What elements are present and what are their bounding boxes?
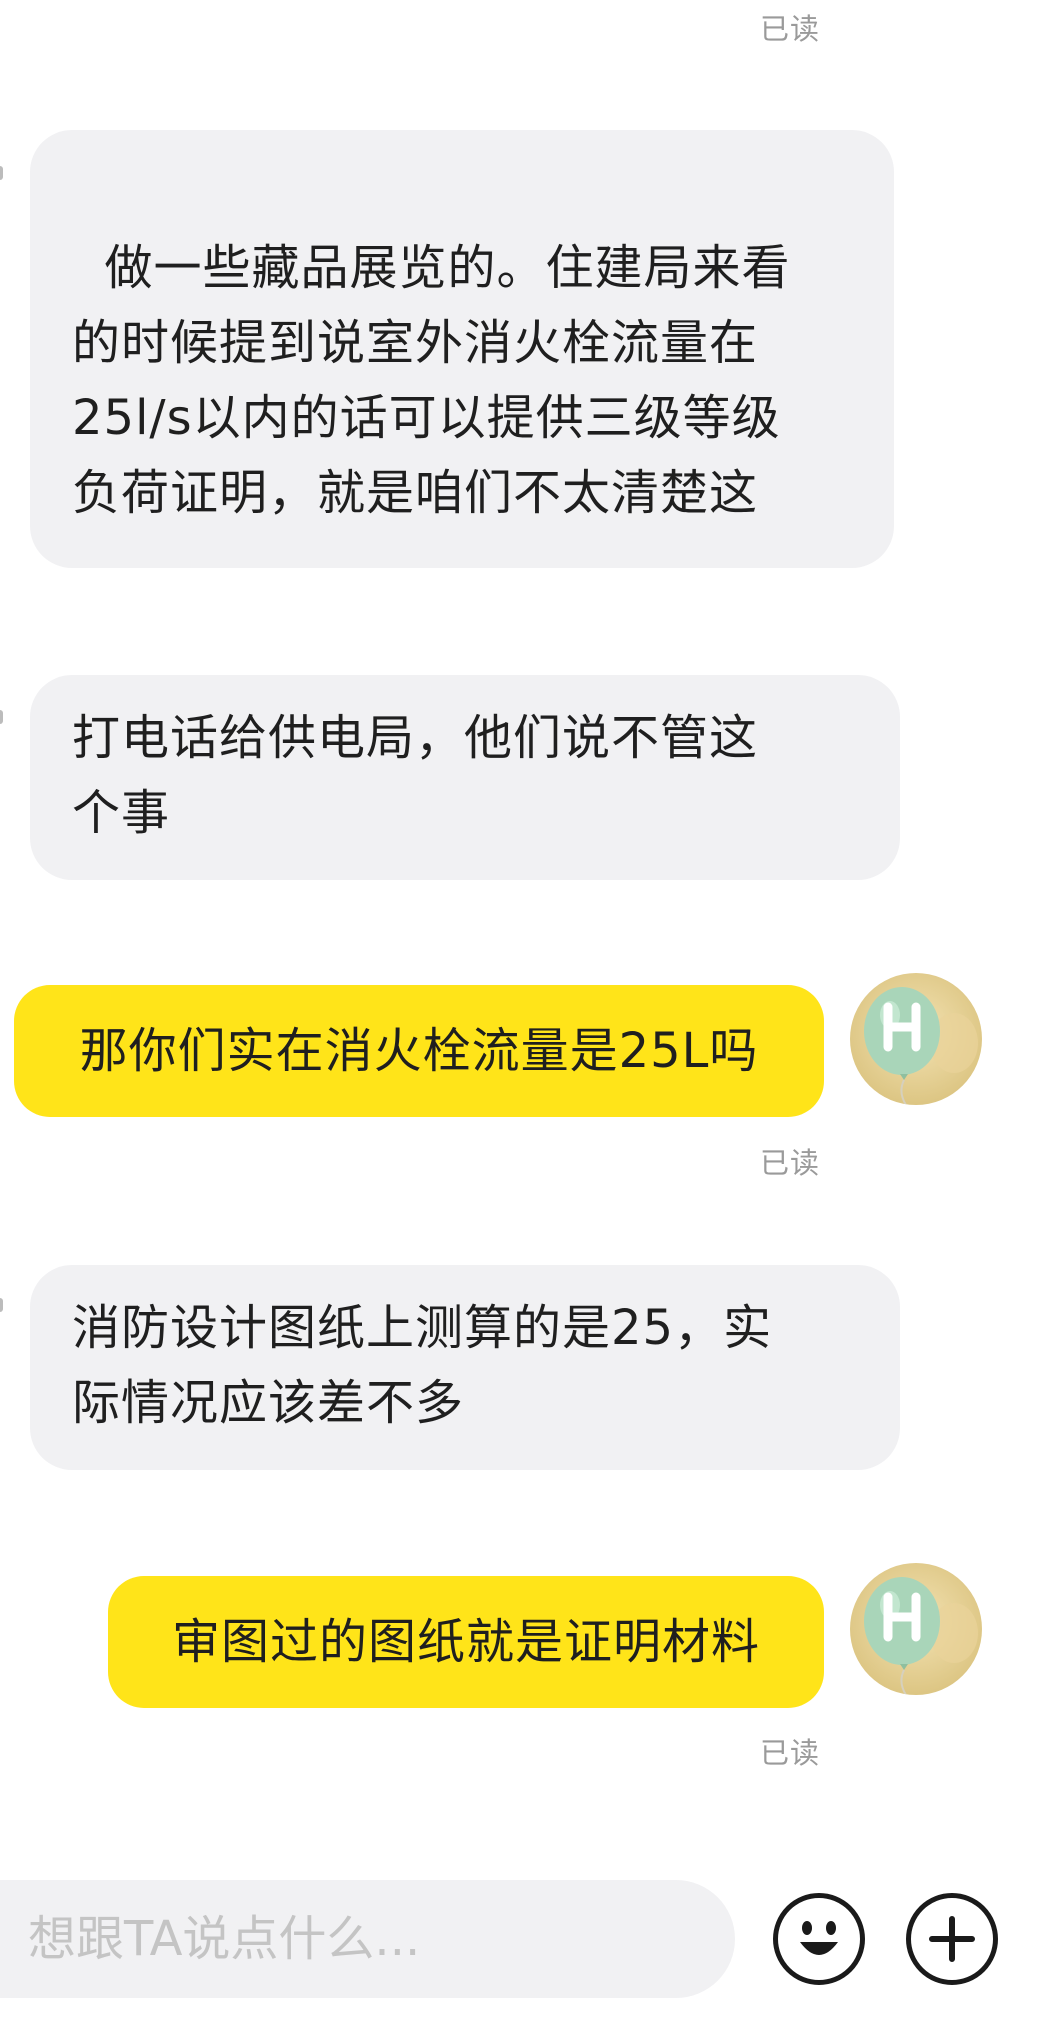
message-bubble-incoming[interactable]: 消防设计图纸上测算的是25，实 际情况应该差不多 — [30, 1265, 900, 1470]
message-bubble-incoming[interactable]: 做一些藏品展览的。住建局来看 的时候提到说室外消火栓流量在 25l/s以内的话可… — [30, 130, 894, 820]
balloon-h-avatar[interactable] — [850, 973, 982, 1105]
incoming-edge-mark — [0, 710, 3, 724]
read-receipt: 已读 — [760, 12, 821, 46]
balloon-h-avatar[interactable] — [850, 1563, 982, 1695]
message-bubble-incoming[interactable]: 打电话给供电局，他们说不管这 个事 — [30, 675, 900, 880]
plus-button[interactable] — [906, 1893, 998, 1985]
crying-laughing-emoji-icon — [417, 531, 483, 745]
read-receipt: 已读 — [760, 1146, 821, 1180]
smiley-icon — [800, 1921, 838, 1955]
message-text: 那你们实在消火栓流量是25L吗 — [79, 1022, 759, 1079]
emoji-button[interactable] — [773, 1893, 865, 1985]
incoming-edge-mark — [0, 1298, 3, 1312]
plus-icon — [929, 1916, 975, 1962]
message-bubble-outgoing[interactable]: 审图过的图纸就是证明材料 — [108, 1576, 824, 1708]
message-input[interactable] — [28, 1911, 688, 1967]
message-text: 审图过的图纸就是证明材料 — [171, 1613, 760, 1670]
incoming-edge-mark — [0, 166, 3, 180]
read-receipt: 已读 — [760, 1736, 821, 1770]
message-bubble-outgoing[interactable]: 那你们实在消火栓流量是25L吗 — [14, 985, 824, 1117]
message-composer — [0, 1880, 735, 1998]
